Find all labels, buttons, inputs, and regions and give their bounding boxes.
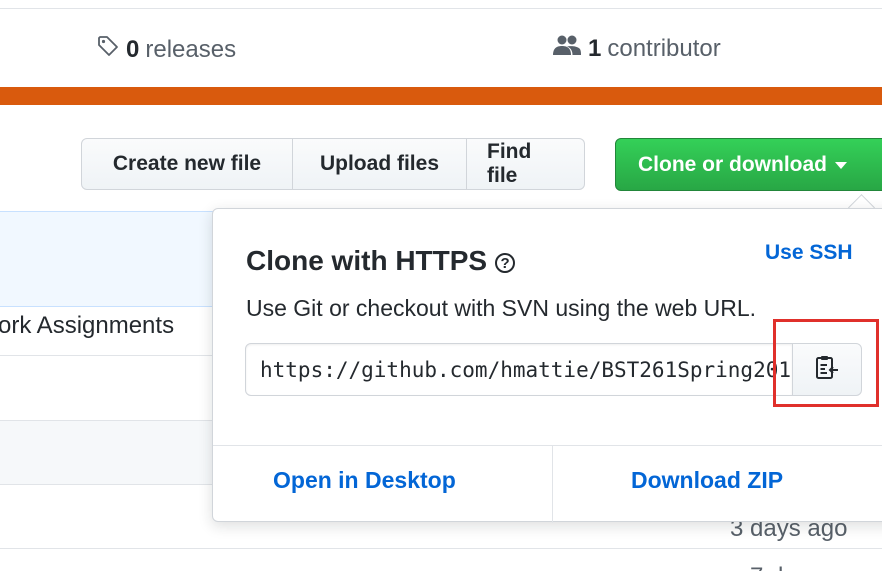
copy-button-highlight	[773, 319, 879, 407]
popover-vertical-divider	[552, 445, 553, 523]
github-repo-page: 0 releases 1 contributor Create new file…	[0, 0, 882, 571]
upload-files-button[interactable]: Upload files	[293, 138, 467, 190]
clone-button-label: Clone or download	[638, 152, 827, 176]
contributors-count: 1	[588, 34, 602, 62]
clone-url-input[interactable]: https://github.com/hmattie/BST261Spring2…	[245, 343, 793, 396]
popover-divider	[213, 445, 882, 446]
popover-description: Use Git or checkout with SVN using the w…	[246, 295, 757, 321]
create-new-file-button[interactable]: Create new file	[81, 138, 293, 190]
find-file-button[interactable]: Find file	[467, 138, 585, 190]
contributors-label: contributor	[607, 34, 721, 62]
download-zip-button[interactable]: Download ZIP	[631, 467, 783, 494]
file-row-age: 7 days ago	[750, 563, 867, 571]
releases-label: releases	[145, 35, 237, 63]
releases-link[interactable]: 0 releases	[96, 34, 236, 65]
file-row-commit-message[interactable]: ork Assignments	[0, 312, 174, 340]
table-row-divider	[0, 548, 882, 549]
caret-down-icon	[835, 162, 847, 169]
contributors-link[interactable]: 1 contributor	[552, 34, 721, 63]
popover-title-text: Clone with HTTPS	[246, 245, 488, 276]
people-icon	[552, 34, 582, 63]
summary-divider	[0, 8, 882, 9]
use-ssh-link[interactable]: Use SSH	[765, 241, 853, 265]
language-bar[interactable]	[0, 87, 882, 105]
help-icon[interactable]: ?	[495, 253, 516, 273]
releases-count: 0	[126, 35, 140, 63]
file-actions-group: Create new file Upload files Find file	[81, 138, 585, 190]
clone-or-download-button[interactable]: Clone or download	[615, 138, 882, 191]
popover-title: Clone with HTTPS ?	[246, 245, 516, 277]
tag-icon	[96, 34, 120, 65]
open-in-desktop-button[interactable]: Open in Desktop	[273, 467, 456, 494]
